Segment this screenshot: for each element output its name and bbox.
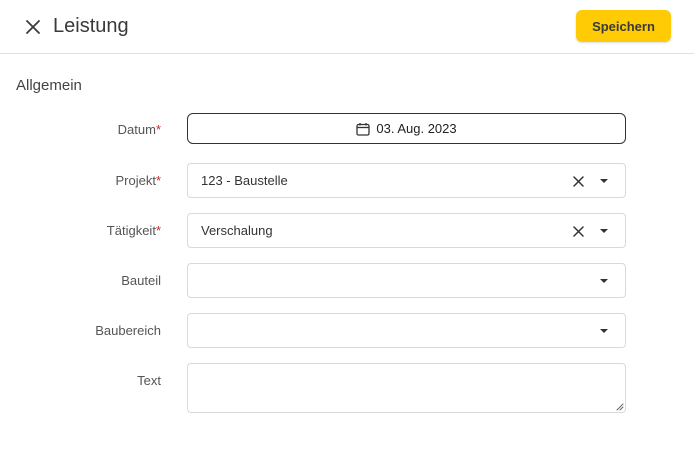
taetigkeit-label-text: Tätigkeit [106,223,156,238]
bauteil-dropdown-toggle[interactable] [597,274,611,288]
taetigkeit-value: Verschalung [201,223,273,238]
projekt-dropdown-toggle[interactable] [597,174,611,188]
baubereich-label: Baubereich [95,323,161,338]
projekt-label-text: Projekt [115,173,156,188]
projekt-value: 123 - Baustelle [201,173,288,188]
clear-icon [572,225,584,237]
text-label: Text [137,373,161,388]
clear-icon [572,175,584,187]
datum-label: Datum* [4,122,161,137]
date-picker[interactable]: 03. Aug. 2023 [187,113,626,144]
text-field[interactable] [187,363,626,413]
taetigkeit-label: Tätigkeit* [4,223,161,238]
page-title: Leistung [53,15,129,37]
baubereich-dropdown-toggle[interactable] [597,324,611,338]
datum-label-text: Datum [117,122,156,137]
date-value: 03. Aug. 2023 [376,121,457,136]
save-button[interactable]: Speichern [576,10,671,42]
required-marker: * [155,122,161,137]
required-marker: * [155,223,161,238]
baubereich-select[interactable] [187,313,626,348]
taetigkeit-clear-button[interactable] [571,224,585,238]
bauteil-select[interactable] [187,263,626,298]
taetigkeit-dropdown-toggle[interactable] [597,224,611,238]
projekt-label: Projekt* [4,173,161,188]
projekt-clear-button[interactable] [571,174,585,188]
calendar-icon [356,122,371,136]
required-marker: * [155,173,161,188]
taetigkeit-select[interactable]: Verschalung [187,213,626,248]
app-header: Leistung Speichern [0,0,694,54]
close-icon [26,20,40,34]
projekt-select[interactable]: 123 - Baustelle [187,163,626,198]
caret-down-icon [600,329,608,333]
bauteil-label: Bauteil [121,273,161,288]
caret-down-icon [600,179,608,183]
resize-grip-icon[interactable] [614,401,624,411]
section-title: Allgemein [16,77,82,94]
caret-down-icon [600,279,608,283]
close-button[interactable] [20,14,46,40]
caret-down-icon [600,229,608,233]
